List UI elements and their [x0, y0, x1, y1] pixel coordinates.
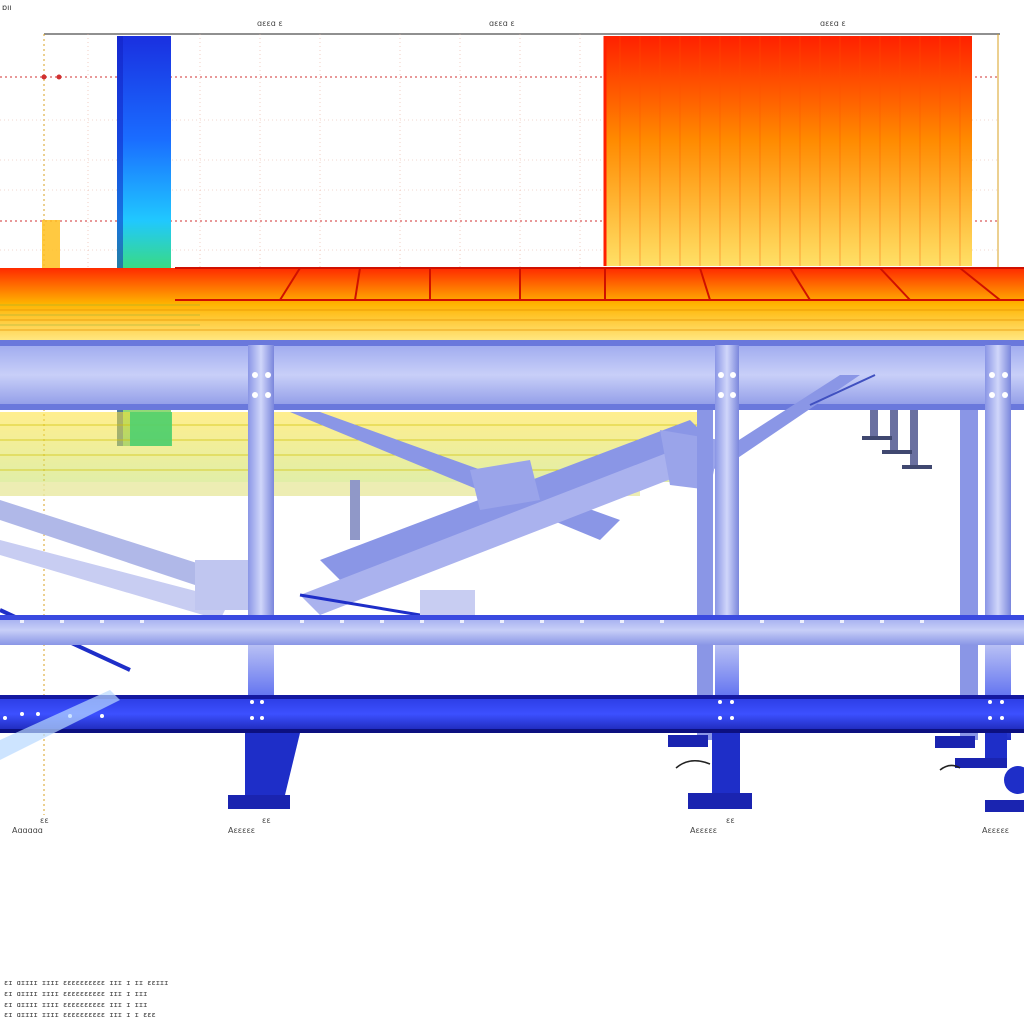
top-axis-labels: ɑɛɛɑ ɛ ɑɛɛɑ ɛ ɑɛɛɑ ɛ	[257, 19, 846, 28]
base-plates[interactable]	[228, 733, 1024, 812]
bottom-label: Aɛɛɛɛɛ	[228, 826, 255, 835]
node-marker-icon	[41, 74, 47, 80]
structure-viewport[interactable]: ɑɛɛɑ ɛ ɑɛɛɑ ɛ ɑɛɛɑ ɛ Aɑɑɑɑɑ ɛɛ Aɛɛɛɛɛ ɛɛ…	[0, 0, 1024, 1024]
deck-surface[interactable]	[0, 267, 1024, 340]
status-line: ɛɪ ɑɪɪɪɪ ɪɪɪɪ ɛɛɛɛɛɛɛɛɛɛ ɪɪɪ ɪ ɪɪɪ	[4, 990, 148, 998]
bottom-label: Aɛɛɛɛɛ	[982, 826, 1009, 835]
lower-beam[interactable]	[0, 695, 1024, 733]
status-line: ɛɪ ɑɪɪɪɪ ɪɪɪɪ ɛɛɛɛɛɛɛɛɛɛ ɪɪɪ ɪ ɪɪɪ	[4, 1001, 148, 1009]
bottom-value: ɛɛ	[262, 816, 271, 825]
status-line: ɛɪ ɑɪɪɪɪ ɪɪɪɪ ɛɛɛɛɛɛɛɛɛɛ ɪɪɪ ɪ ɪ ɛɛɛ	[4, 1011, 156, 1019]
bottom-label: Aɑɑɑɑɑ	[12, 826, 43, 835]
column-2b	[697, 410, 713, 740]
bottom-value: ɛɛ	[726, 816, 735, 825]
top-axis-label: ɑɛɛɑ ɛ	[820, 19, 846, 28]
viewport-corner-label: ɒıı	[2, 3, 12, 12]
stress-block-high[interactable]	[603, 36, 972, 266]
column-inner	[350, 480, 360, 540]
node-marker-icon	[56, 74, 62, 80]
back-supports	[862, 410, 932, 469]
structure-canvas[interactable]: ɑɛɛɑ ɛ ɑɛɛɑ ɛ ɑɛɛɑ ɛ Aɑɑɑɑɑ ɛɛ Aɛɛɛɛɛ ɛɛ…	[0, 0, 1024, 1024]
middle-beam[interactable]	[0, 615, 1024, 645]
top-axis-label: ɑɛɛɑ ɛ	[489, 19, 515, 28]
stress-column-base	[130, 412, 172, 446]
upper-beam[interactable]	[0, 340, 1024, 410]
status-line: ɛɪ ɑɪɪɪɪ ɪɪɪɪ ɛɛɛɛɛɛɛɛɛɛ ɪɪɪ ɪ ɪɪ ɛɛɪɪɪ	[4, 979, 169, 987]
bottom-label: Aɛɛɛɛɛ	[690, 826, 717, 835]
bottom-value: ɛɛ	[40, 816, 49, 825]
bottom-axis-labels: Aɑɑɑɑɑ ɛɛ Aɛɛɛɛɛ ɛɛ Aɛɛɛɛɛ ɛɛ Aɛɛɛɛɛ	[12, 816, 1009, 835]
column-3b	[960, 410, 978, 740]
top-axis-label: ɑɛɛɑ ɛ	[257, 19, 283, 28]
